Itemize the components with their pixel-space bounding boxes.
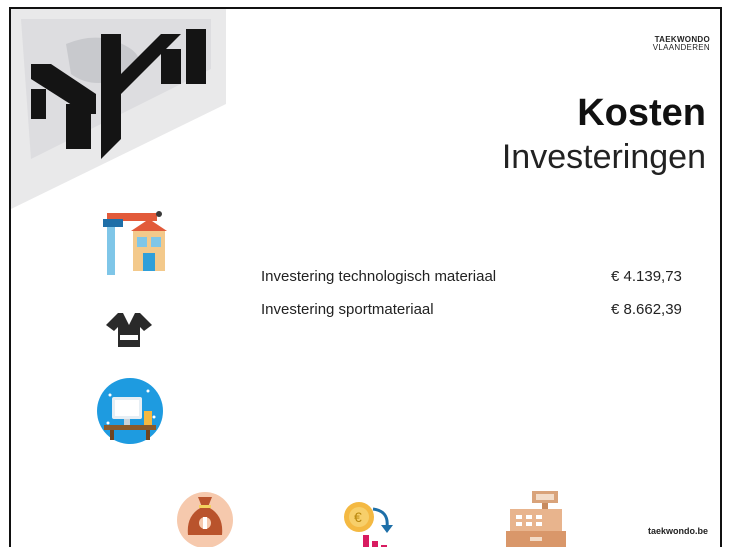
footer-url: taekwondo.be <box>647 526 708 536</box>
page-title: Kosten <box>577 92 706 134</box>
cash-register-icon <box>506 491 566 547</box>
brand-logo: TAEKWONDO VLAANDEREN <box>653 36 710 52</box>
corner-decoration <box>11 9 226 209</box>
computer-desk-icon <box>97 378 163 444</box>
cost-label: Investering technologisch materiaal <box>261 268 497 285</box>
cost-amount: € 8.662,39 <box>611 301 682 318</box>
dobok-uniform-icon <box>106 313 152 347</box>
money-bag-icon <box>177 492 233 547</box>
brand-line-2: VLAANDEREN <box>652 43 710 52</box>
cost-label: Investering sportmateriaal <box>261 301 434 318</box>
tools-house-icon <box>103 211 167 275</box>
page-subtitle: Investeringen <box>501 138 706 176</box>
svg-text:€: € <box>354 509 362 525</box>
coin-decline-chart-icon: € <box>344 502 393 547</box>
slide: TAEKWONDO VLAANDEREN Kosten Investeringe… <box>9 7 722 547</box>
cost-row: Investering sportmateriaal € 8.662,39 <box>261 301 701 325</box>
cost-amount: € 4.139,73 <box>611 268 682 285</box>
cost-row: Investering technologisch materiaal € 4.… <box>261 268 701 292</box>
